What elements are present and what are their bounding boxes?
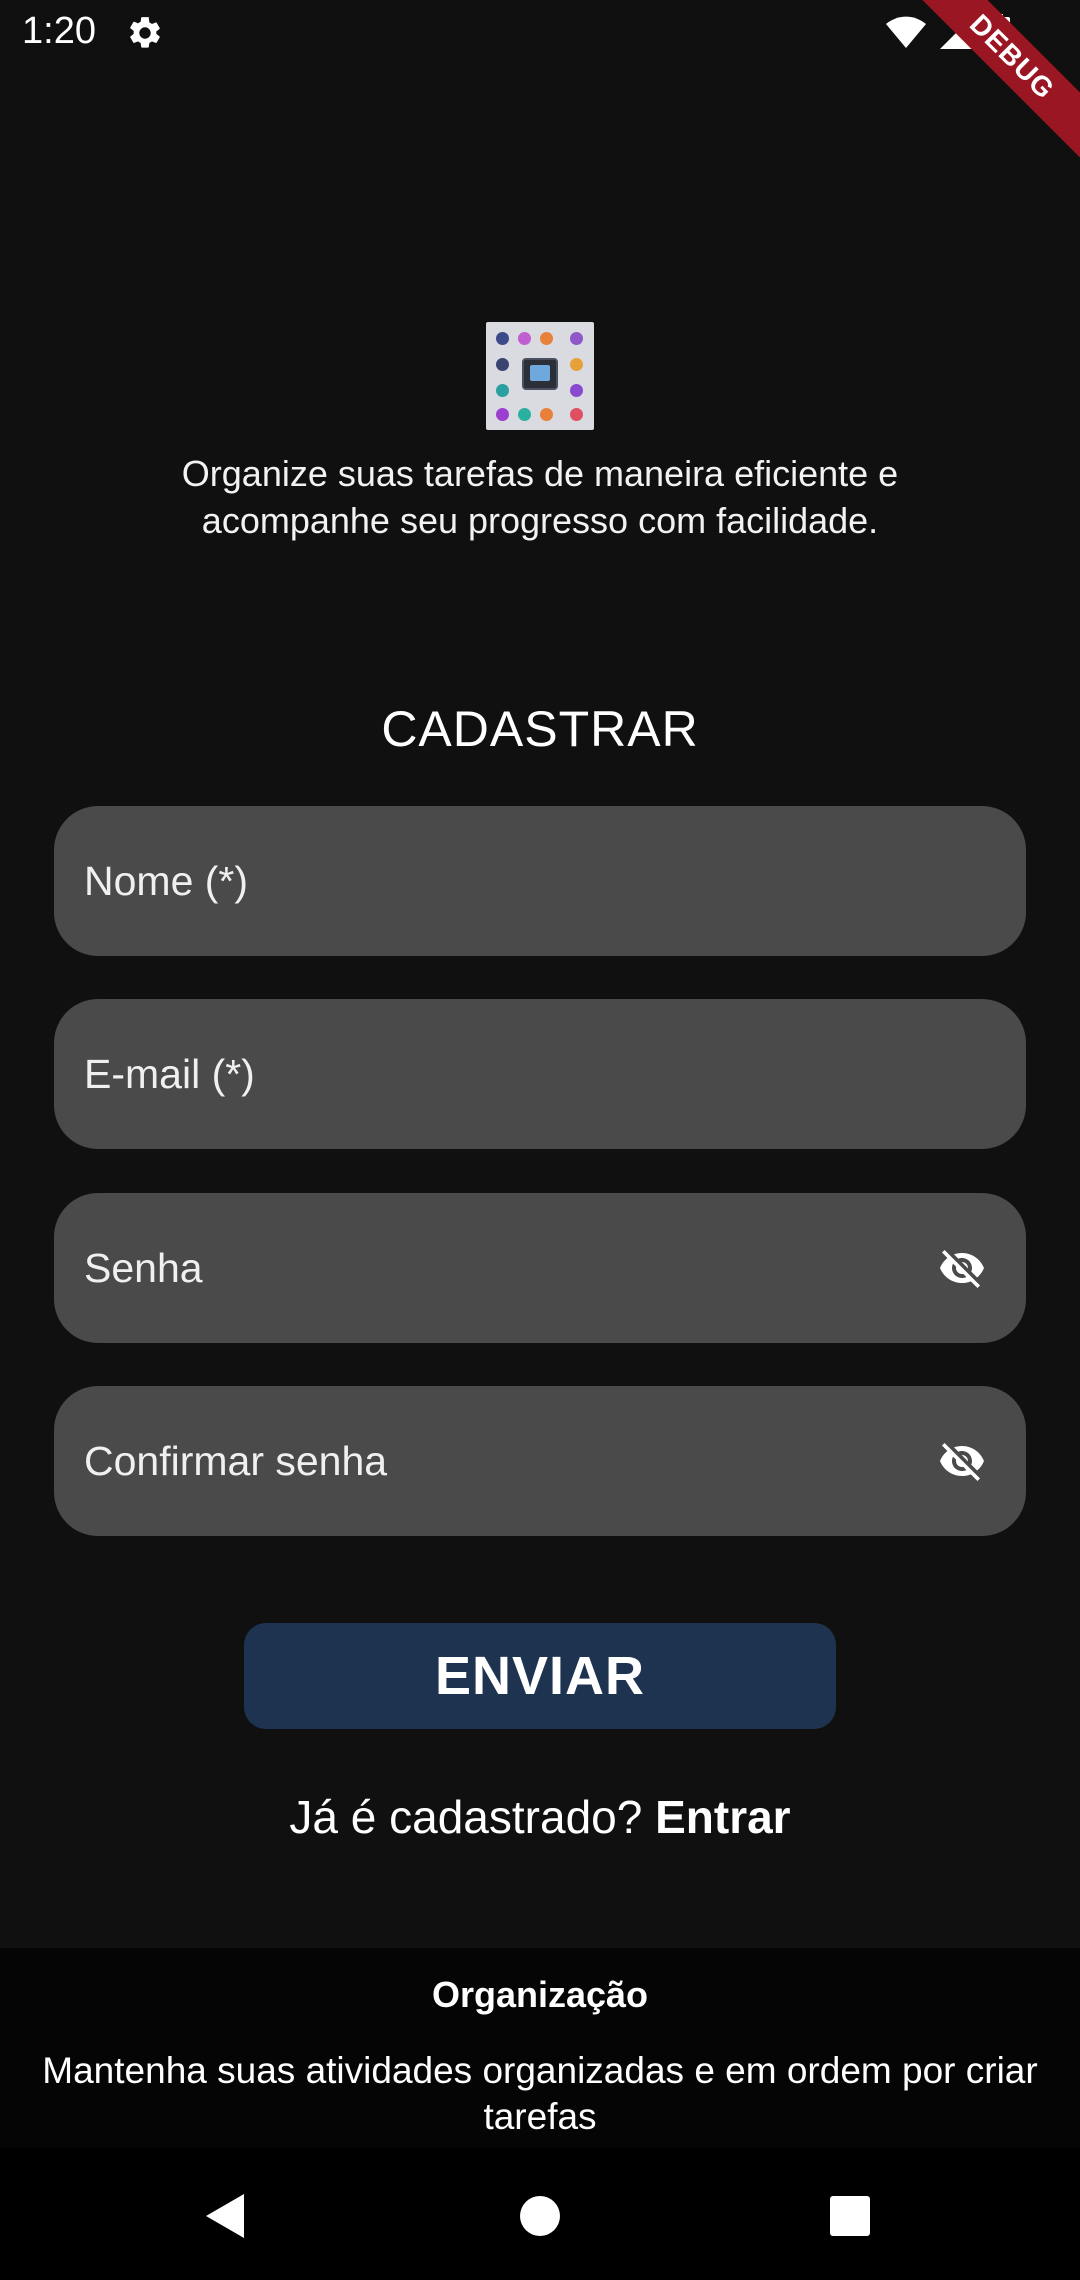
debug-banner-label: DEBUG xyxy=(920,0,1080,160)
status-bar: 1:20 xyxy=(0,0,1080,66)
status-time: 1:20 xyxy=(22,10,96,52)
email-field-container xyxy=(54,999,1026,1149)
app-tagline: Organize suas tarefas de maneira eficien… xyxy=(181,453,899,541)
info-text: Mantenha suas atividades organizadas e e… xyxy=(42,2050,1038,2137)
form-title: CADASTRAR xyxy=(381,701,699,757)
home-icon[interactable] xyxy=(512,2188,568,2244)
login-link[interactable]: Entrar xyxy=(655,1791,790,1843)
logo-device-icon xyxy=(522,358,558,390)
submit-button[interactable]: ENVIAR xyxy=(244,1623,836,1729)
recents-icon[interactable] xyxy=(822,2188,878,2244)
back-icon[interactable] xyxy=(198,2188,254,2244)
login-question: Já é cadastrado? xyxy=(289,1791,656,1843)
name-input[interactable] xyxy=(84,806,904,956)
confirm-password-field-container xyxy=(54,1386,1026,1536)
password-field-container xyxy=(54,1193,1026,1343)
name-field-container xyxy=(54,806,1026,956)
confirm-password-input[interactable] xyxy=(84,1386,904,1536)
email-input[interactable] xyxy=(84,999,904,1149)
confirm-password-visibility-off-icon[interactable] xyxy=(932,1437,992,1485)
password-input[interactable] xyxy=(84,1193,904,1343)
info-title: Organização xyxy=(431,1974,649,2015)
password-visibility-off-icon[interactable] xyxy=(932,1244,992,1292)
debug-banner: DEBUG xyxy=(920,0,1080,160)
system-nav-bar xyxy=(0,2148,1080,2280)
app-logo xyxy=(486,322,594,430)
info-panel: Organização Mantenha suas atividades org… xyxy=(0,1948,1080,2148)
login-prompt: Já é cadastrado? Entrar xyxy=(0,1790,1080,1844)
settings-gear-icon xyxy=(130,17,160,48)
